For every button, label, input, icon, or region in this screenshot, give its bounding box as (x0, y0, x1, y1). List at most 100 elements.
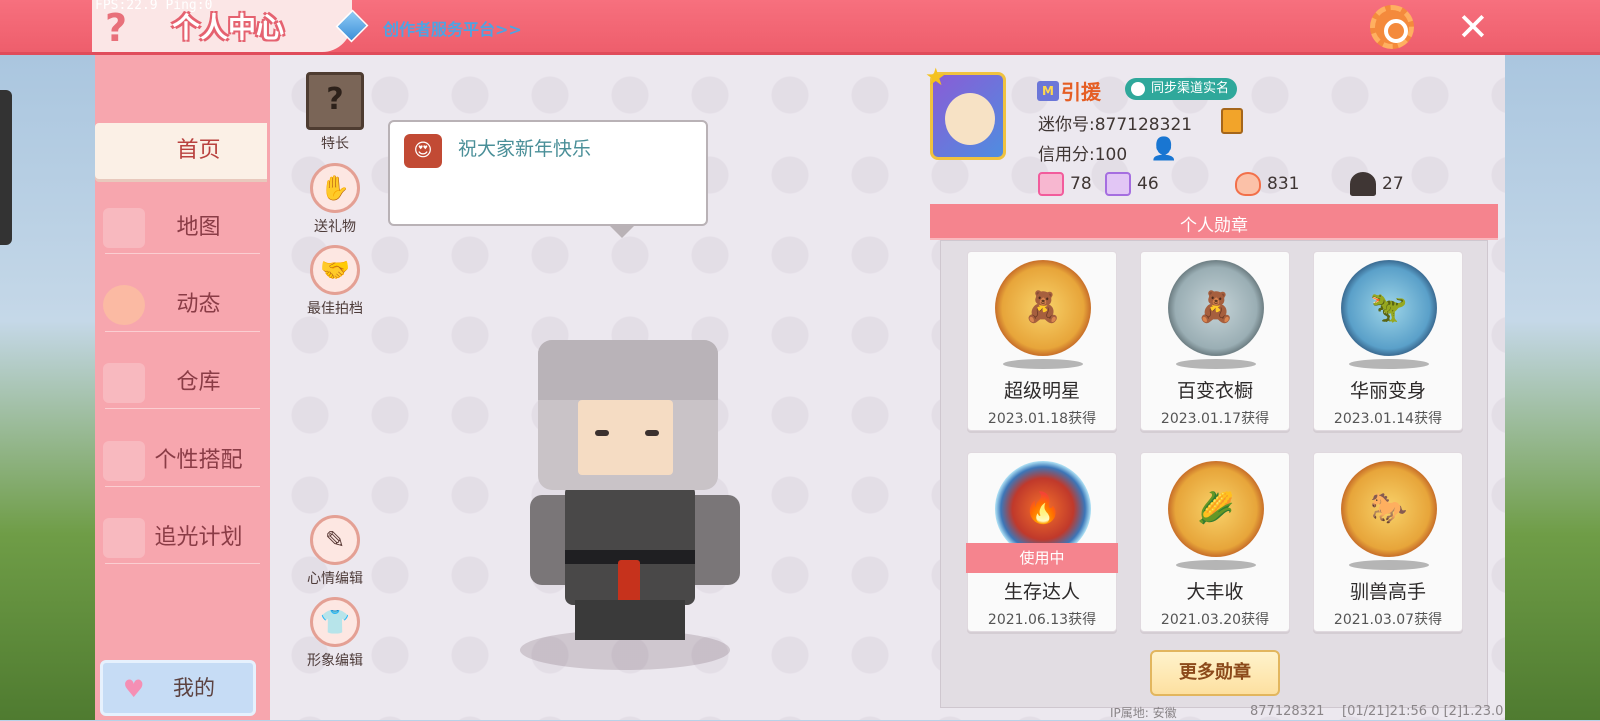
plus-box-icon (1038, 172, 1064, 196)
best-partner-label: 最佳拍档 (307, 301, 363, 317)
medal-stand (1176, 359, 1256, 369)
creator-platform-link[interactable]: 创作者服务平台>> (383, 16, 522, 40)
handshake-icon: 🤝 (310, 245, 360, 295)
medal-stand (1349, 560, 1429, 570)
sidebar-item-label: 个性搭配 (154, 448, 243, 473)
medal-name: 华丽变身 (1349, 380, 1426, 402)
stat-value: 46 (1137, 174, 1159, 194)
mood-text: 祝大家新年快乐 (458, 138, 592, 160)
medal-stand (1176, 560, 1256, 570)
stat-cheer[interactable]: 46 (1105, 170, 1159, 198)
background-scene-left (0, 55, 95, 720)
sidebar-item-map[interactable]: 地图 (95, 200, 267, 256)
sync-realname-badge[interactable]: 同步渠道实名 (1125, 78, 1238, 100)
medal-section-header: 个人勋章 (930, 204, 1498, 240)
transform-medal-icon: 🦖 (1341, 260, 1437, 356)
sidebar-item-outfit[interactable]: 个性搭配 (95, 433, 267, 489)
sidebar-item-label: 首页 (176, 138, 221, 163)
mine-button[interactable]: ♥ 我的 (100, 660, 256, 716)
character-eye (645, 430, 659, 436)
mini-id: 迷你号:877128321 (1038, 115, 1193, 135)
copy-icon[interactable] (1221, 108, 1243, 134)
version-info: [01/21]21:56 0 [2]1.23.0 (1342, 704, 1504, 719)
medal-card[interactable]: 🦖 华丽变身 2023.01.14获得 (1313, 251, 1463, 431)
stat-value: 78 (1070, 174, 1092, 194)
stat-likes[interactable]: 27 (1350, 170, 1404, 198)
sidebar-item-label: 追光计划 (154, 525, 243, 550)
stat-fire[interactable]: 831 (1235, 170, 1299, 198)
medal-name: 驯兽高手 (1349, 581, 1426, 603)
medal-date: 2021.03.20获得 (1160, 612, 1270, 628)
question-block-icon: ? (306, 72, 364, 130)
send-gift-button[interactable]: ✋ 送礼物 (300, 163, 370, 236)
stat-value: 831 (1267, 174, 1300, 194)
character-hair (538, 340, 718, 400)
mood-edit-label: 心情编辑 (307, 571, 363, 587)
cheer-icon (1105, 172, 1131, 196)
harvest-medal-icon: 🌽 (1168, 461, 1264, 557)
superstar-medal-icon: 🧸 (995, 260, 1091, 356)
sidebar-item-feed[interactable]: 动态 (95, 277, 267, 333)
side-handle[interactable] (0, 90, 12, 245)
crown-icon: ★ (925, 63, 947, 91)
sidebar-item-label: 动态 (176, 292, 221, 317)
mine-button-label: 我的 (173, 676, 215, 700)
membership-badge-icon: M (1037, 81, 1059, 101)
stat-plus[interactable]: 78 (1038, 170, 1092, 198)
more-medals-button[interactable]: 更多勋章 (1150, 650, 1280, 696)
heart-icon (1350, 172, 1376, 196)
settings-gear-icon[interactable] (1370, 5, 1414, 49)
medal-stand (1349, 359, 1429, 369)
gift-hand-icon: ✋ (310, 163, 360, 213)
send-gift-label: 送礼物 (314, 219, 356, 235)
heart-icon: ♥ (123, 675, 145, 703)
sidebar-item-light-plan[interactable]: 追光计划 (95, 510, 267, 566)
medal-date: 2021.03.07获得 (1333, 612, 1443, 628)
edit-pencil-icon: ✎ (310, 515, 360, 565)
medal-name: 超级明星 (1003, 380, 1080, 402)
credit-score: 信用分:100 (1038, 145, 1128, 165)
medal-card[interactable]: 🔥 使用中 生存达人 2021.06.13获得 (966, 452, 1118, 632)
mood-emoji-icon: 😍 (404, 134, 442, 168)
mood-edit-button[interactable]: ✎ 心情编辑 (300, 515, 370, 588)
sidebar-item-warehouse[interactable]: 仓库 (95, 355, 267, 411)
medal-card[interactable]: 🧸 百变衣橱 2023.01.17获得 (1140, 251, 1290, 431)
player-character[interactable] (520, 300, 760, 680)
help-icon[interactable]: ? (105, 6, 127, 50)
ip-location: IP属地: 安徽 (1110, 706, 1177, 720)
medal-card[interactable]: 🐎 驯兽高手 2021.03.07获得 (1313, 452, 1463, 632)
light-plan-icon (103, 518, 145, 558)
character-face (578, 400, 673, 475)
bell-icon (103, 285, 145, 325)
character-legs (575, 600, 685, 640)
outfit-edit-icon: 👕 (310, 597, 360, 647)
sidebar: 首页 地图 动态 仓库 个性搭配 追光计划 ♥ 我的 (95, 55, 270, 720)
credit-user-icon[interactable]: 👤 (1150, 137, 1177, 165)
mood-speech-bubble[interactable]: 😍 祝大家新年快乐 (388, 120, 708, 238)
medal-card[interactable]: 🧸 超级明星 2023.01.18获得 (967, 251, 1117, 431)
medal-date: 2021.06.13获得 (987, 612, 1097, 628)
medal-section-title: 个人勋章 (1180, 216, 1248, 236)
top-bar: FPS:22.9 Ping:0 ? 个人中心 创作者服务平台>> ✕ (0, 0, 1600, 55)
medal-stand (1003, 359, 1083, 369)
flame-icon (1235, 172, 1261, 196)
medal-date: 2023.01.14获得 (1333, 411, 1443, 427)
sidebar-item-home[interactable]: 首页 (95, 123, 267, 179)
in-use-badge: 使用中 (966, 543, 1118, 573)
medal-card[interactable]: 🌽 大丰收 2021.03.20获得 (1140, 452, 1290, 632)
page-title: 个人中心 (172, 11, 285, 44)
warehouse-icon (103, 363, 145, 403)
outfit-icon (103, 441, 145, 481)
image-edit-label: 形象编辑 (307, 653, 363, 669)
best-partner-button[interactable]: 🤝 最佳拍档 (300, 245, 370, 318)
background-scene-right (1505, 55, 1600, 720)
medal-name: 大丰收 (1186, 581, 1244, 603)
image-edit-button[interactable]: 👕 形象编辑 (300, 597, 370, 670)
avatar[interactable]: ★ (925, 63, 1006, 160)
sidebar-item-label: 地图 (176, 215, 221, 240)
close-icon[interactable]: ✕ (1457, 5, 1489, 49)
wardrobe-medal-icon: 🧸 (1168, 260, 1264, 356)
avatar-face (945, 93, 995, 145)
specialty-button[interactable]: ? 特长 (300, 72, 370, 153)
character-eye (595, 430, 609, 436)
